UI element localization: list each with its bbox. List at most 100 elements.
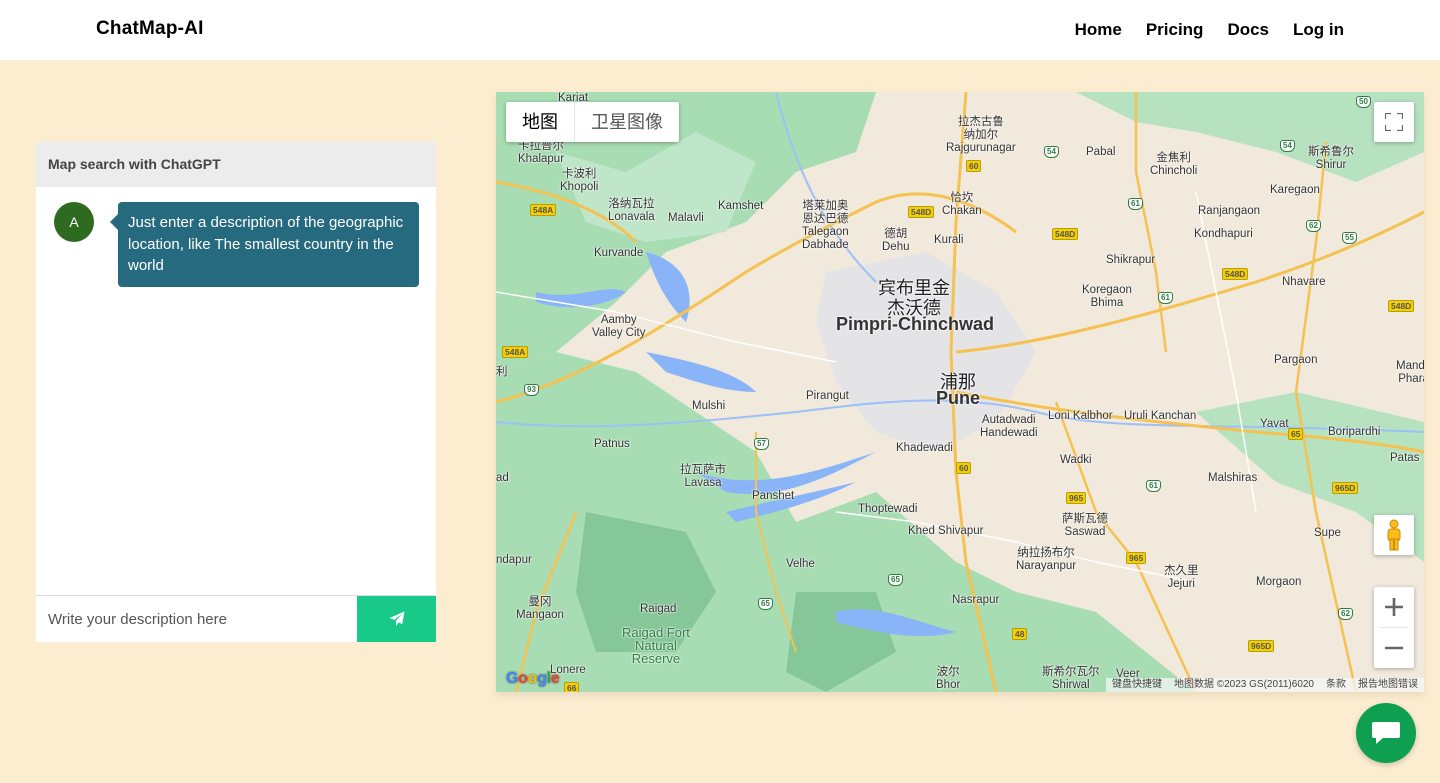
road-shield: 93 xyxy=(524,384,539,396)
map-type-toggle: 地图 卫星图像 xyxy=(506,102,679,142)
fullscreen-icon xyxy=(1385,113,1403,131)
map-label: ad xyxy=(496,472,509,484)
map-label: 斯希鲁尔 Shirur xyxy=(1308,146,1354,171)
map-label: 洛纳瓦拉 Lonavala xyxy=(608,198,655,223)
report-error-link[interactable]: 报告地图错误 xyxy=(1352,678,1424,692)
description-input[interactable] xyxy=(36,596,357,642)
nav-home-link[interactable]: Home xyxy=(1075,20,1122,40)
road-shield: 548D xyxy=(1052,228,1079,240)
road-shield: 61 xyxy=(1146,480,1161,492)
send-button[interactable] xyxy=(357,596,436,642)
map-label: Nhavare xyxy=(1282,276,1326,288)
road-shield: 50 xyxy=(1356,96,1371,108)
terms-link[interactable]: 条款 xyxy=(1320,678,1352,692)
road-shield: 54 xyxy=(1044,146,1059,158)
street-view-button[interactable] xyxy=(1374,515,1414,555)
map-label: Velhe xyxy=(786,558,815,570)
map-label: Ranjangaon xyxy=(1198,205,1261,217)
zoom-in-button[interactable] xyxy=(1374,587,1414,627)
map-label: Pimpri-Chinchwad xyxy=(836,314,995,334)
map-attribution: 键盘快捷键 地图数据 ©2023 GS(2011)6020 条款 报告地图错误 xyxy=(1105,678,1424,692)
map-view[interactable]: Kariat 拉杰古鲁 纳加尔 Rajgurunagar 卡拉普尔 Khalap… xyxy=(496,92,1424,692)
map-label: 宾布里金 杰沃德 xyxy=(878,278,950,318)
map-label: Kurvande xyxy=(594,247,644,259)
map-label: Pune xyxy=(936,388,981,408)
nav-login-link[interactable]: Log in xyxy=(1293,20,1344,40)
map-label: Patas xyxy=(1390,452,1420,464)
map-label: ndapur xyxy=(496,554,532,566)
map-label: Aamby Valley City xyxy=(592,314,646,339)
road-shield: 61 xyxy=(1158,292,1173,304)
road-shield: 48 xyxy=(1012,628,1028,640)
map-label: Nasrapur xyxy=(952,594,1000,606)
map-label: Boripardhi xyxy=(1328,426,1381,438)
map-data-credit: 地图数据 ©2023 GS(2011)6020 xyxy=(1173,679,1314,690)
map-label: 波尔 Bhor xyxy=(936,666,961,691)
map-label: Khadewadi xyxy=(896,442,953,454)
zoom-out-icon xyxy=(1385,646,1403,650)
map-label: 德胡 Dehu xyxy=(882,228,910,253)
map-label: Pargaon xyxy=(1274,354,1318,366)
paper-plane-icon xyxy=(389,611,404,626)
map-label: 卡波利 Khopoli xyxy=(560,168,599,193)
chat-widget-button[interactable] xyxy=(1356,703,1416,763)
map-type-satellite-button[interactable]: 卫星图像 xyxy=(575,102,679,142)
map-label: 塔莱加奥 恩达巴德 Talegaon Dabhade xyxy=(802,200,849,251)
main-nav: Home Pricing Docs Log in xyxy=(1075,20,1344,40)
map-label: 利 xyxy=(496,366,508,378)
road-shield: 54 xyxy=(1280,140,1295,152)
map-label: Patnus xyxy=(594,438,630,450)
zoom-out-button[interactable] xyxy=(1374,628,1414,668)
road-shield: 65 xyxy=(1288,428,1304,440)
map-label: Kurali xyxy=(934,234,964,246)
road-shield: 65 xyxy=(758,598,773,610)
map-label: Kamshet xyxy=(718,200,764,212)
map-label: Raigad xyxy=(640,603,677,615)
map-label: Thoptewadi xyxy=(858,503,918,515)
map-type-map-button[interactable]: 地图 xyxy=(506,102,575,142)
map-label: 萨斯瓦德 Saswad xyxy=(1062,513,1108,538)
road-shield: 57 xyxy=(754,438,769,450)
road-shield: 65 xyxy=(888,574,903,586)
map-label: 杰久里 Jejuri xyxy=(1164,565,1199,590)
nav-docs-link[interactable]: Docs xyxy=(1227,20,1269,40)
road-shield: 62 xyxy=(1338,608,1353,620)
road-shield: 60 xyxy=(966,160,982,172)
map-label: 斯希尔瓦尔 Shirwal xyxy=(1042,666,1100,691)
map-label: Kondhapuri xyxy=(1194,228,1253,240)
keyboard-shortcuts-link[interactable]: 键盘快捷键 xyxy=(1106,678,1168,692)
fullscreen-button[interactable] xyxy=(1374,102,1414,142)
map-label: Pabal xyxy=(1086,146,1116,158)
pegman-icon xyxy=(1387,519,1401,551)
map-label: 曼冈 Mangaon xyxy=(516,596,564,621)
chat-message: A Just enter a description of the geogra… xyxy=(54,202,419,287)
map-label: 拉瓦萨市 Lavasa xyxy=(680,464,726,489)
chat-input-row xyxy=(36,595,436,642)
road-shield: 965D xyxy=(1248,640,1275,652)
map-label: 拉杰古鲁 纳加尔 Rajgurunagar xyxy=(946,116,1016,154)
road-shield: 66 xyxy=(564,682,580,692)
brand-logo-text[interactable]: ChatMap-AI xyxy=(96,18,204,40)
map-label: Supe xyxy=(1314,527,1341,539)
road-shield: 548D xyxy=(1388,300,1415,312)
map-label: Mulshi xyxy=(692,400,726,412)
map-label: Karegaon xyxy=(1270,184,1320,196)
google-logo[interactable]: Google xyxy=(506,670,560,688)
map-label: Koregaon Bhima xyxy=(1082,284,1132,309)
map-label: Panshet xyxy=(752,490,795,502)
road-shield: 965D xyxy=(1332,482,1359,494)
chat-panel: Map search with ChatGPT A Just enter a d… xyxy=(36,142,436,642)
road-shield: 548D xyxy=(908,206,935,218)
nav-pricing-link[interactable]: Pricing xyxy=(1146,20,1204,40)
map-label: Wadki xyxy=(1060,454,1092,466)
map-label: Autadwadi Handewadi xyxy=(980,414,1038,439)
road-shield: 55 xyxy=(1342,232,1357,244)
road-shield: 62 xyxy=(1306,220,1321,232)
map-label: Malshiras xyxy=(1208,472,1258,484)
road-shield: 965 xyxy=(1066,492,1087,504)
road-shield: 548D xyxy=(1222,268,1249,280)
map-label: Manda Phara xyxy=(1396,360,1424,385)
map-label: 恰坎 Chakan xyxy=(942,192,982,217)
map-label: Uruli Kanchan xyxy=(1124,410,1197,422)
map-label: Loni Kalbhor xyxy=(1048,410,1113,422)
